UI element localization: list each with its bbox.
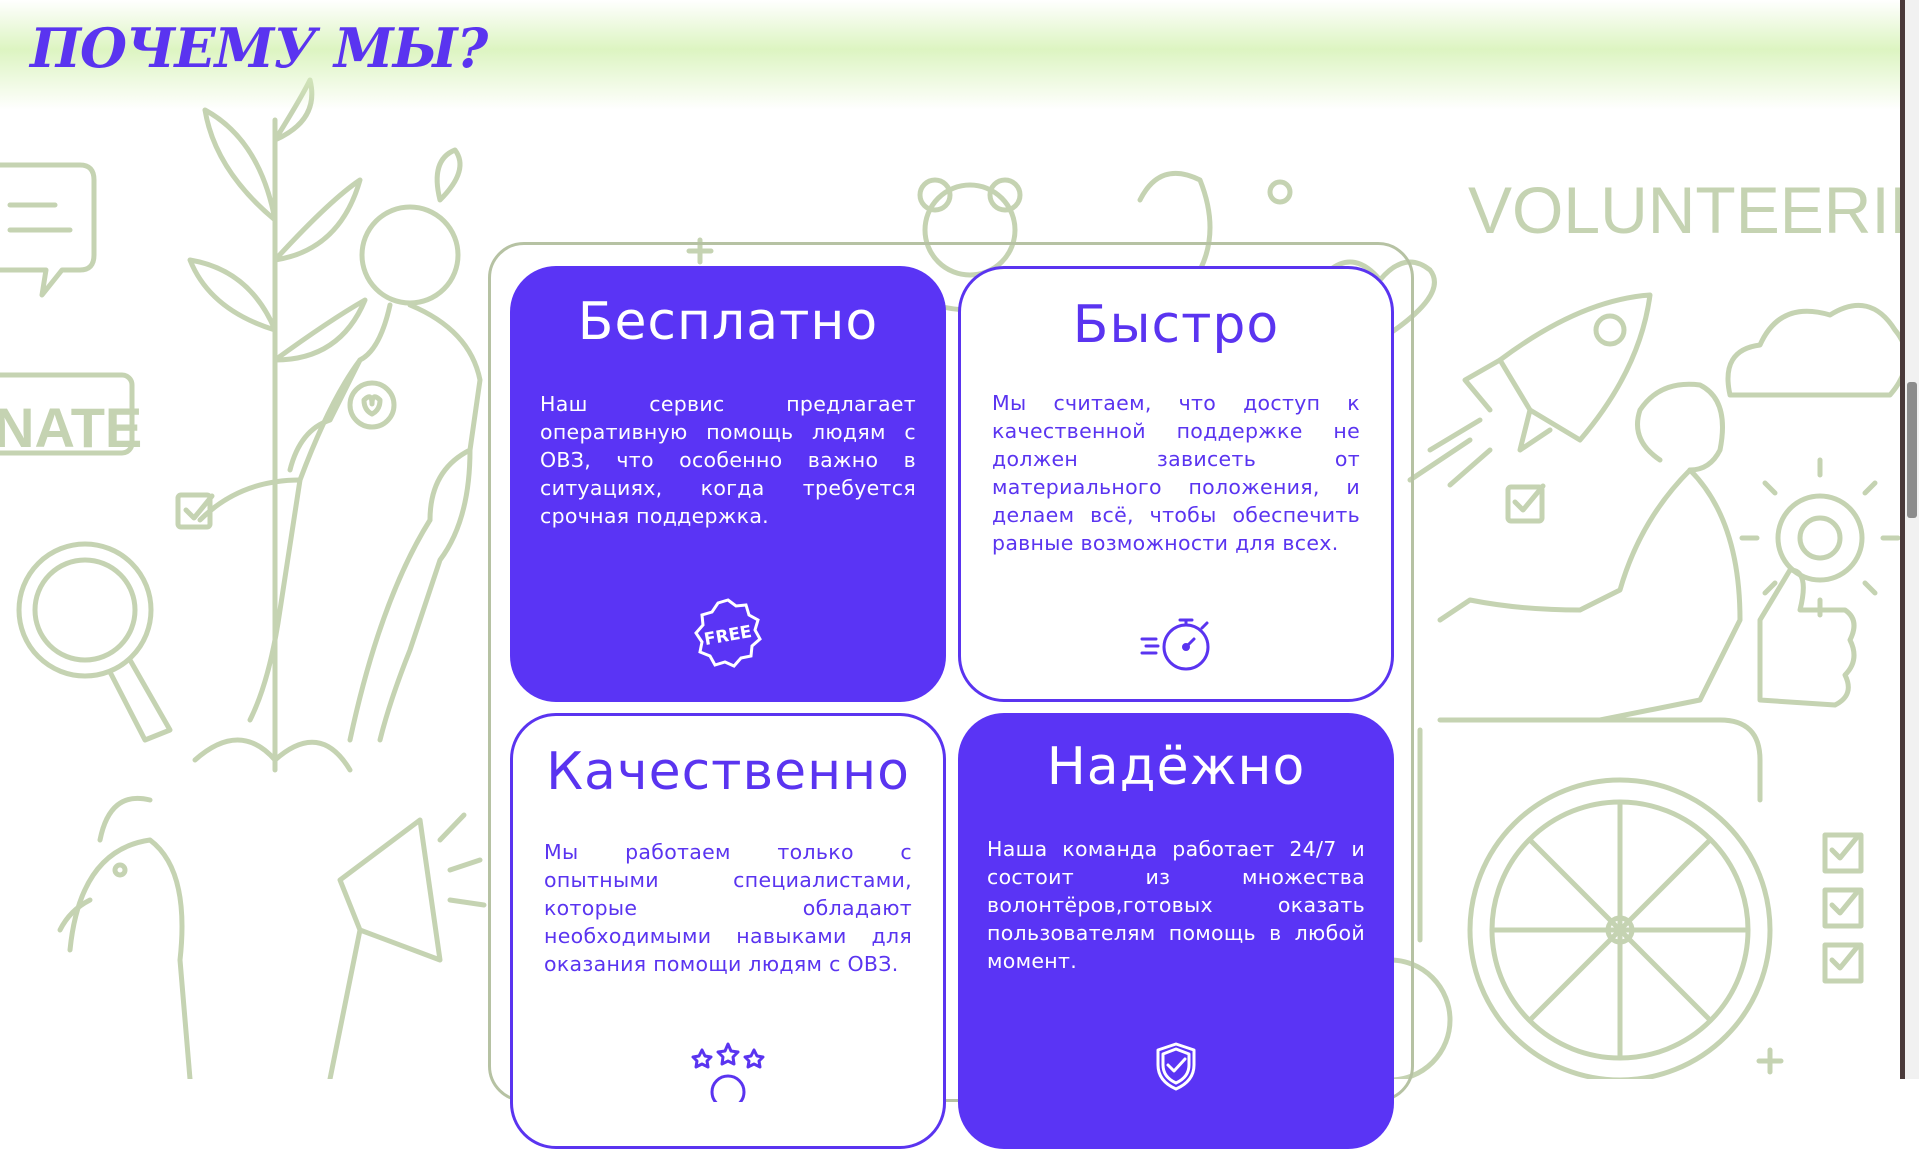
feature-title: Бесплатно	[577, 292, 879, 352]
quality-medal-icon	[688, 1042, 768, 1110]
feature-card-fast: Быстро Мы считаем, что доступ к качестве…	[958, 266, 1394, 702]
feature-description: Мы считаем, что доступ к качественной по…	[992, 391, 1360, 555]
feature-description: Мы работаем только с опытными специалист…	[544, 840, 912, 976]
scrollbar-track[interactable]	[1905, 0, 1919, 1079]
page-title: ПОЧЕМУ МЫ?	[30, 16, 488, 80]
feature-description: Наша команда работает 24/7 и состоит из …	[987, 837, 1365, 973]
feature-title: Качественно	[546, 742, 910, 802]
feature-card-free: Бесплатно Наш сервис предлагает оператив…	[510, 266, 946, 702]
scrollbar-thumb[interactable]	[1907, 382, 1917, 518]
background-banner-volunteering: VOLUNTEERING	[1468, 173, 1905, 247]
feature-title: Быстро	[1072, 295, 1280, 355]
free-badge-text: FREE	[703, 622, 754, 650]
free-badge-icon: FREE	[691, 596, 765, 674]
feature-card-reliable: Надёжно Наша команда работает 24/7 и сос…	[958, 713, 1394, 1149]
feature-description: Наш сервис предлагает оперативную помощь…	[540, 392, 916, 528]
stopwatch-icon	[1140, 615, 1212, 677]
feature-title: Надёжно	[1046, 737, 1306, 797]
shield-check-icon	[1153, 1041, 1199, 1095]
feature-card-quality: Качественно Мы работаем только с опытным…	[510, 713, 946, 1149]
background-banner-donate: NATE	[0, 396, 142, 459]
